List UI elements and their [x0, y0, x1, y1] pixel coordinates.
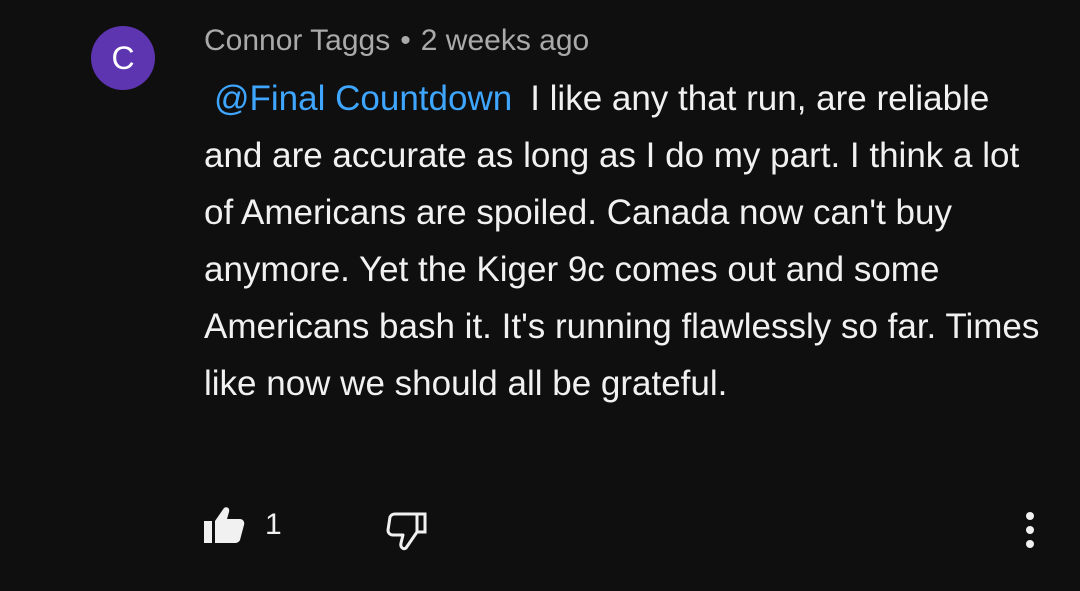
comment-actions: 1	[0, 500, 1080, 556]
comment-body: I like any that run, are reliable and ar…	[204, 79, 1040, 403]
avatar-letter: C	[111, 40, 135, 76]
like-button[interactable]	[202, 506, 246, 546]
comment-text: @Final Countdown I like any that run, are…	[204, 70, 1054, 412]
comment-header: Connor Taggs • 2 weeks ago	[204, 22, 589, 60]
mention-link[interactable]: @Final Countdown	[214, 79, 512, 118]
avatar[interactable]: C	[91, 26, 155, 90]
dislike-button[interactable]	[385, 510, 429, 552]
more-vert-icon	[1026, 512, 1034, 548]
like-count: 1	[265, 508, 282, 541]
more-options-button[interactable]	[1010, 504, 1050, 552]
author-name[interactable]: Connor Taggs	[204, 24, 390, 57]
thumbs-down-outline-icon	[386, 512, 427, 551]
thumbs-up-filled-icon	[204, 507, 245, 543]
comment-time[interactable]: 2 weeks ago	[421, 24, 589, 57]
separator-dot: •	[400, 24, 411, 57]
